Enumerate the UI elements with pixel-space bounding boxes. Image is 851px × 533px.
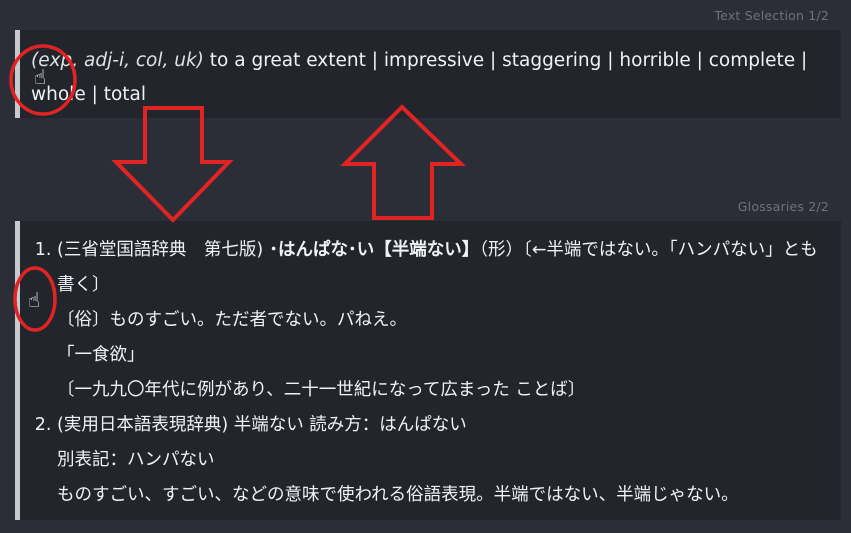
part-of-speech: (exp, adj-i, col, uk)	[31, 50, 204, 71]
hand-pointer-icon: ☝	[28, 288, 41, 312]
glossaries-panel[interactable]: (三省堂国語辞典 第七版) ･はんぱな･い【半端ない】（形）〔←半端ではない。「…	[15, 221, 841, 520]
glossary-entry: (三省堂国語辞典 第七版) ･はんぱな･い【半端ない】（形）〔←半端ではない。「…	[57, 233, 831, 408]
glossary-line: ものすごい、すごい、などの意味で使われる俗語表現。半端ではない、半端じゃない。	[57, 485, 739, 505]
glossary-line: 別表記：ハンパない	[57, 450, 215, 470]
glossary-source: (実用日本語表現辞典)	[57, 415, 229, 435]
glossary-source: (三省堂国語辞典 第七版)	[57, 240, 264, 260]
down-arrow-annotation	[111, 106, 234, 223]
glossary-list: (三省堂国語辞典 第七版) ･はんぱな･い【半端ない】（形）〔←半端ではない。「…	[36, 233, 831, 513]
glossary-line: 〔一九九〇年代に例があり、二十一世紀になって広まった ことば〕	[57, 380, 586, 400]
text-selection-panel[interactable]: (exp, adj-i, col, uk) to a great extent …	[15, 30, 841, 118]
hand-pointer-icon: ☝	[34, 65, 47, 89]
text-selection-label: Text Selection 1/2	[714, 8, 829, 23]
glossary-entry: (実用日本語表現辞典) 半端ない 読み方：はんぱない 別表記：ハンパない ものす…	[57, 408, 831, 513]
popup-window: Text Selection 1/2 (exp, adj-i, col, uk)…	[0, 0, 851, 533]
glossary-line: 〔俗〕ものすごい。ただ者でない。パねえ。	[57, 310, 407, 330]
glossary-line: 「一食欲」	[57, 345, 145, 365]
glossaries-label: Glossaries 2/2	[737, 199, 829, 214]
glossary-headword: ･はんぱな･い【半端ない】	[263, 240, 480, 260]
up-arrow-annotation	[340, 104, 466, 220]
glossary-headword: 半端ない 読み方：はんぱない	[228, 415, 467, 435]
